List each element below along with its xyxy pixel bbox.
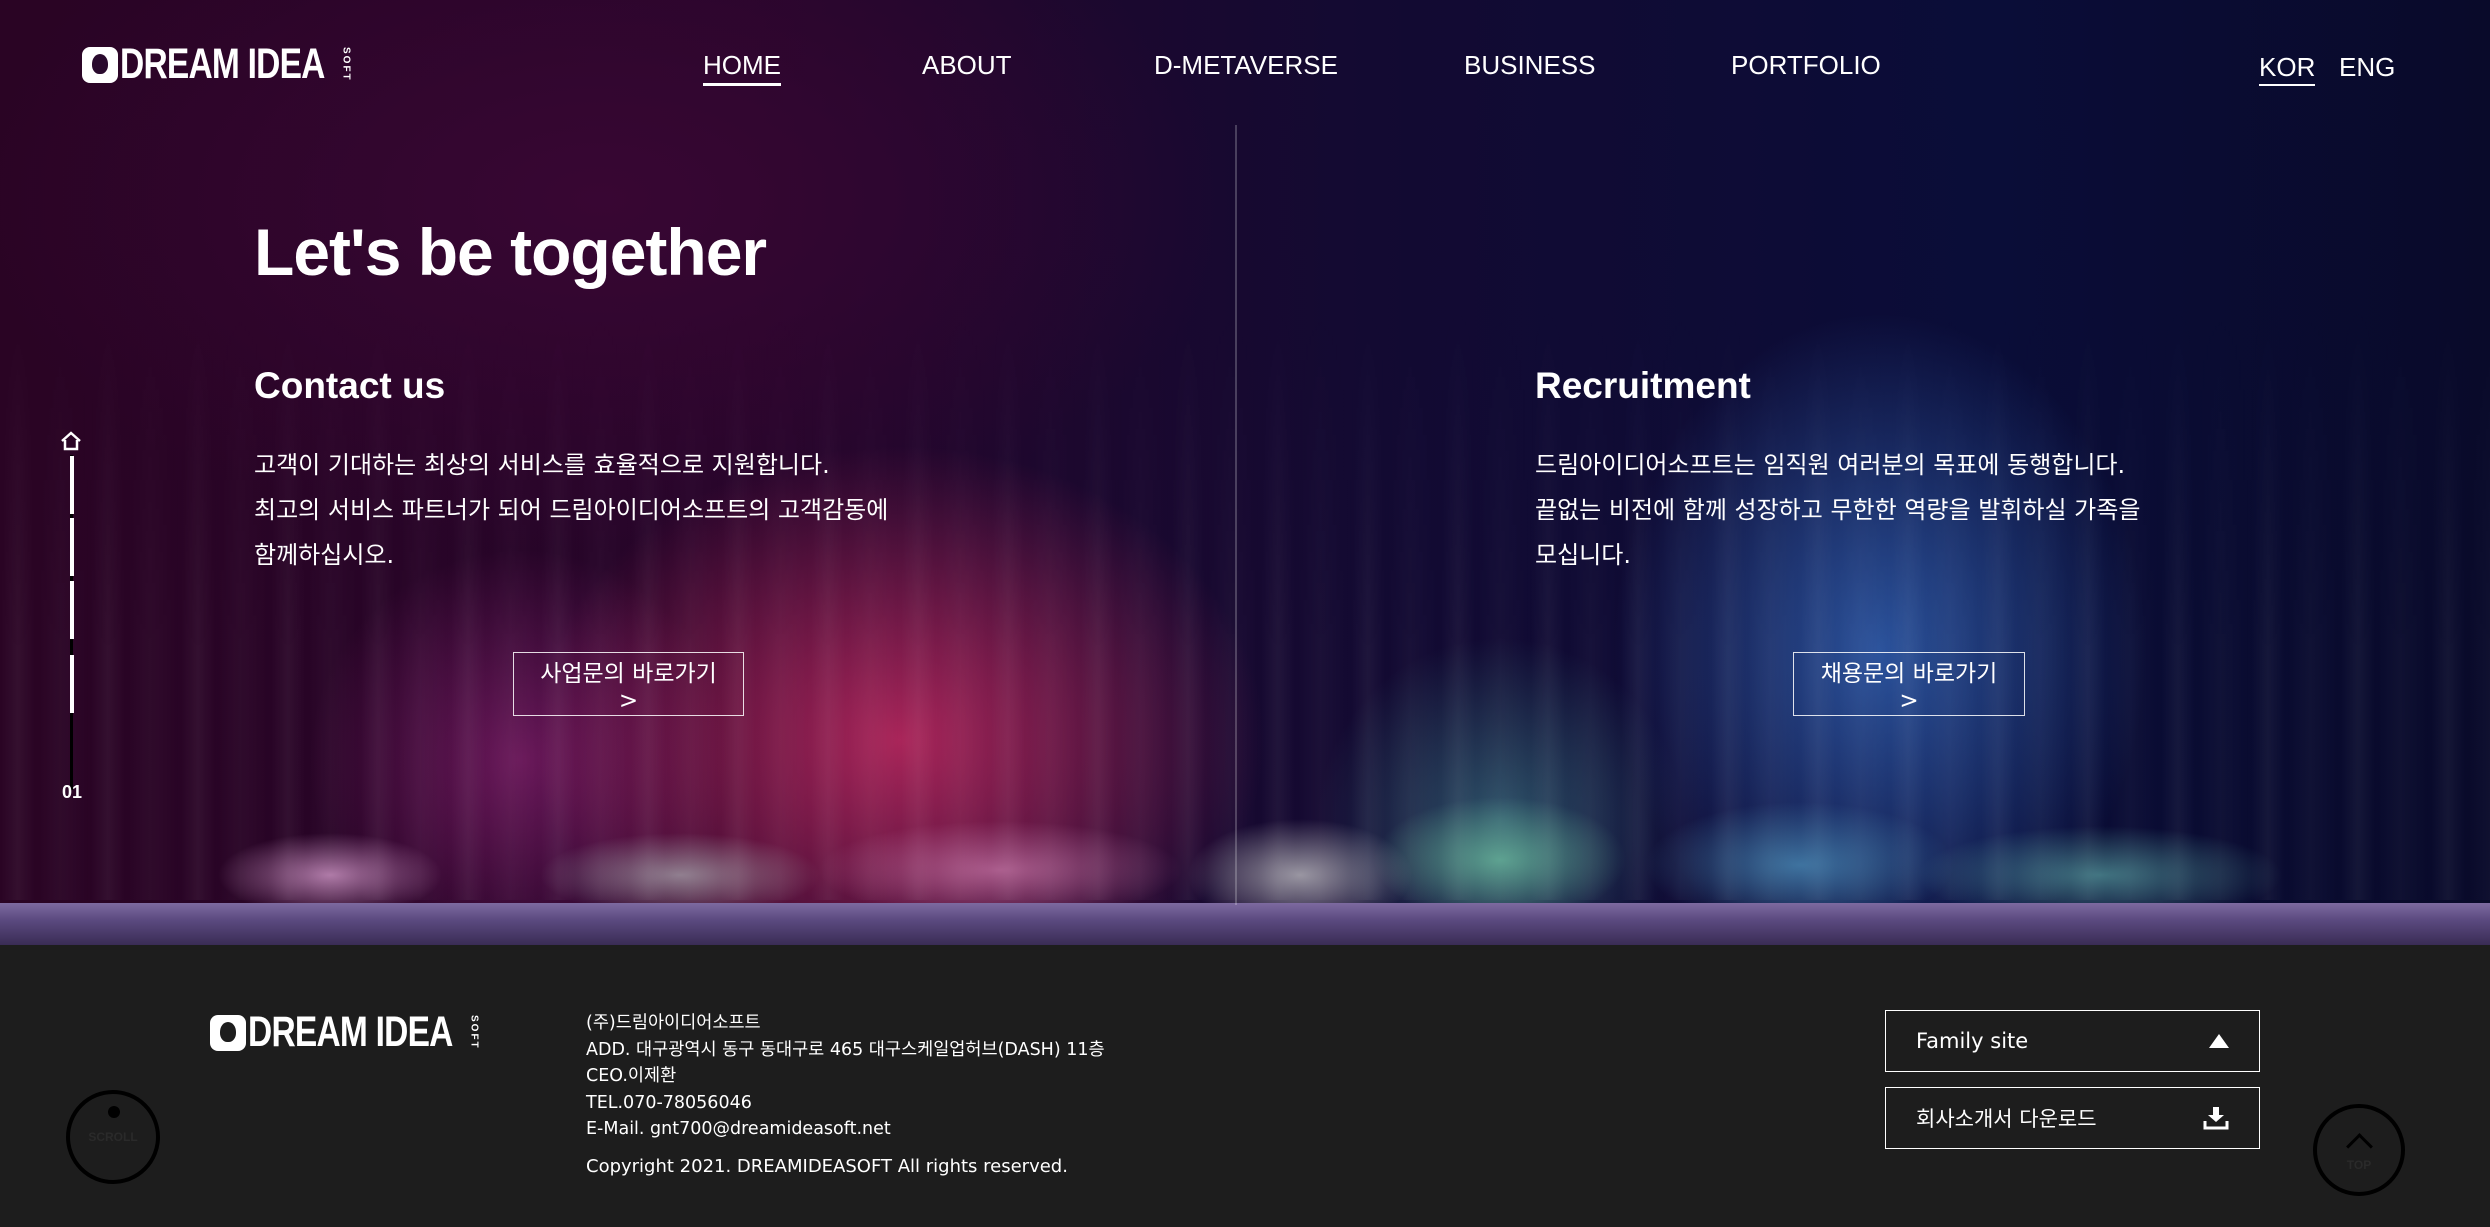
scroll-indicator[interactable]: SCROLL [66,1090,160,1184]
home-icon[interactable] [60,430,82,452]
nav-portfolio[interactable]: PORTFOLIO [1731,50,1881,81]
recruitment-description: 드림아이디어소프트는 임직원 여러분의 목표에 동행합니다. 끝없는 비전에 함… [1535,443,2195,578]
brochure-download-button[interactable]: 회사소개서 다운로드 [1885,1087,2260,1149]
main-nav: HOME ABOUT D-METAVERSE BUSINESS PORTFOLI… [0,50,2490,90]
section-indicator-segment[interactable] [70,456,74,514]
recruitment-title: Recruitment [1535,365,1751,406]
section-indicator-segment[interactable] [70,518,74,576]
company-name: (주)드림아이디어소프트 [586,1013,761,1033]
nav-business[interactable]: BUSINESS [1464,50,1596,81]
recruitment-line: 모십니다. [1535,541,1631,569]
company-ceo: CEO.이제환 [586,1066,677,1086]
company-tel: TEL.070-78056046 [586,1092,752,1113]
section-number: 01 [62,782,83,802]
contact-description: 고객이 기대하는 최상의 서비스를 효율적으로 지원합니다. 최고의 서비스 파… [254,443,914,578]
copyright: Copyright 2021. DREAMIDEASOFT All rights… [586,1156,1068,1177]
company-info: (주)드림아이디어소프트 ADD. 대구광역시 동구 동대구로 465 대구스케… [586,1010,1105,1143]
back-to-top-button[interactable]: TOP [2313,1104,2405,1196]
company-email: E-Mail. gnt700@dreamideasoft.net [586,1119,891,1139]
company-address: ADD. 대구광역시 동구 동대구로 465 대구스케일업허브(DASH) 11… [586,1039,1105,1060]
recruitment-line: 드림아이디어소프트는 임직원 여러분의 목표에 동행합니다. [1535,451,2126,479]
family-site-select[interactable]: Family site [1885,1010,2260,1072]
business-inquiry-button[interactable]: 사업문의 바로가기 > [513,652,744,716]
horizon-band [0,903,2490,945]
contact-line: 고객이 기대하는 최상의 서비스를 효율적으로 지원합니다. [254,451,830,479]
logo-badge-icon [210,1014,246,1051]
contact-line: 최고의 서비스 파트너가 되어 드림아이디어소프트의 고객감동에 [254,496,889,524]
lang-eng[interactable]: ENG [2339,52,2395,83]
scroll-dot-icon [108,1106,120,1118]
nav-d-metaverse[interactable]: D-METAVERSE [1154,50,1338,81]
recruitment-line: 끝없는 비전에 함께 성장하고 무한한 역량을 발휘하실 가족을 [1535,496,2141,524]
footer-logo: DREAM IDEA SOFT [210,1008,479,1057]
logo-sub: SOFT [468,1015,480,1050]
brochure-download-label: 회사소개서 다운로드 [1916,1107,2097,1131]
scroll-label: SCROLL [88,1130,138,1144]
chevron-up-icon [2345,1132,2373,1160]
download-icon [2203,1107,2229,1130]
contact-title: Contact us [254,365,446,406]
aurora-glow [0,780,2490,905]
contact-line: 함께하십시오. [254,541,395,569]
recruitment-inquiry-button[interactable]: 채용문의 바로가기 > [1793,652,2025,716]
section-indicator-segment[interactable] [70,655,74,713]
caret-up-icon [2209,1034,2229,1048]
center-divider [1235,125,1237,905]
lang-kor[interactable]: KOR [2259,52,2316,86]
nav-about[interactable]: ABOUT [922,50,1012,81]
section-indicator-segment[interactable] [70,581,74,639]
page-headline: Let's be together [254,215,767,289]
nav-home[interactable]: HOME [703,50,781,86]
family-site-label: Family site [1916,1029,2029,1053]
logo-word: DREAM IDEA [248,1008,453,1056]
